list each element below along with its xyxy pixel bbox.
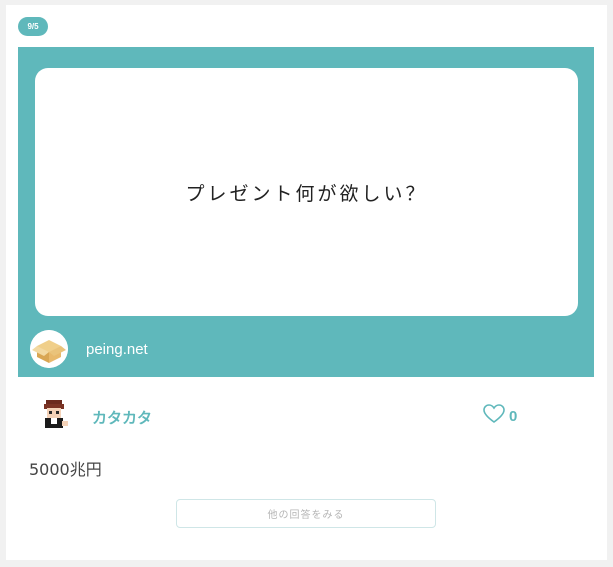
like-button[interactable]: 0 [483, 404, 517, 428]
site-name[interactable]: peing.net [86, 341, 148, 358]
cardboard-box-icon [30, 330, 68, 368]
answerer-row: カタカタ 0 [6, 391, 607, 441]
username[interactable]: カタカタ [92, 407, 152, 428]
heart-icon [483, 404, 505, 428]
question-panel: プレゼント何が欲しい？ peing.net [18, 47, 594, 377]
question-text: プレゼント何が欲しい？ [185, 182, 428, 205]
more-answers-button[interactable]: 他の回答をみる [176, 499, 436, 528]
question-card: プレゼント何が欲しい？ [35, 68, 578, 316]
date-badge: 9/5 [18, 17, 48, 36]
answer-card: 9/5 プレゼント何が欲しい？ peing.net カタカタ 0 5000兆円 … [6, 5, 607, 560]
answer-text: 5000兆円 [29, 460, 102, 479]
avatar[interactable] [36, 397, 72, 433]
like-count: 0 [509, 407, 518, 425]
